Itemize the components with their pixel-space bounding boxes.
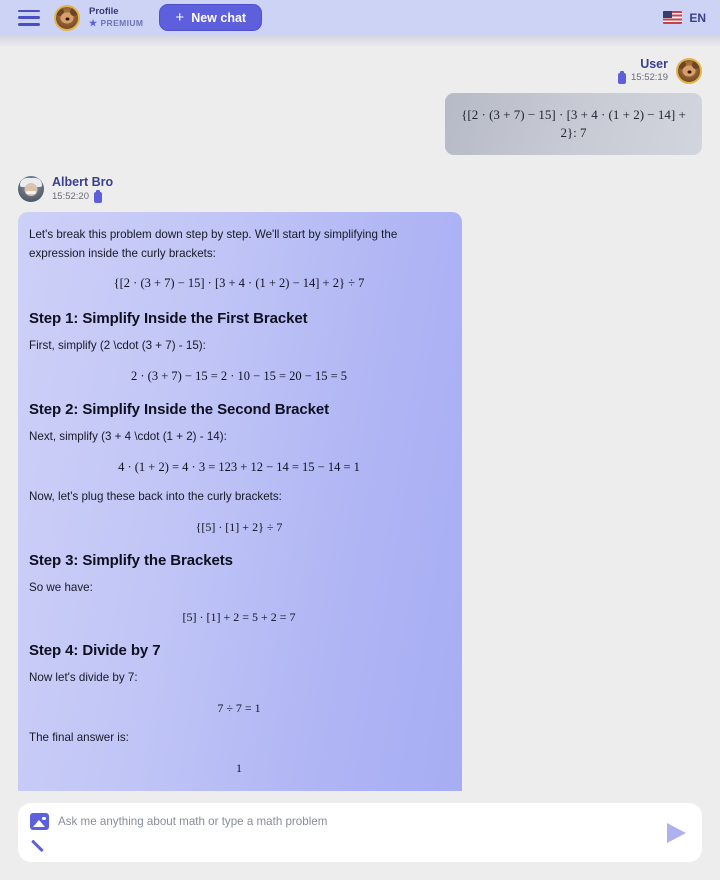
- premium-badge: ★ PREMIUM: [89, 17, 144, 29]
- step-4-equation: 7 ÷ 7 = 1: [217, 701, 261, 716]
- user-message-text: {[2 · (3 + 7) − 15] · [3 + 4 · (1 + 2) −…: [461, 107, 686, 141]
- step-3-equation: [5] · [1] + 2 = 5 + 2 = 7: [182, 610, 296, 625]
- step-2-heading: Step 2: Simplify Inside the Second Brack…: [29, 401, 330, 419]
- new-chat-label: New chat: [191, 10, 247, 25]
- composer-area: Ask me anything about math or type a mat…: [0, 791, 720, 880]
- assistant-meta-text: Albert Bro 15:52:20: [52, 175, 114, 203]
- assistant-submeta: 15:52:20: [52, 189, 113, 203]
- user-avatar: [676, 57, 702, 84]
- assistant-name: Albert Bro: [52, 175, 114, 190]
- image-upload-icon[interactable]: [30, 813, 49, 830]
- step-1-equation: 2 · (3 + 7) − 15 = 2 · 10 − 15 = 20 − 15…: [131, 369, 347, 384]
- clipboard-icon[interactable]: [618, 71, 627, 85]
- user-message-bubble: {[2 · (3 + 7) − 15] · [3 + 4 · (1 + 2) −…: [445, 93, 702, 156]
- step-4-text: Now let's divide by 7:: [29, 671, 138, 685]
- user-name: User: [640, 57, 668, 71]
- assistant-message: Albert Bro 15:52:20 Let's break this pro…: [18, 175, 702, 791]
- step-3-text: So we have:: [29, 580, 93, 594]
- final-answer-text: The final answer is:: [29, 731, 129, 745]
- step-4-heading: Step 4: Divide by 7: [29, 642, 161, 660]
- assistant-intro: Let's break this problem down step by st…: [29, 227, 398, 260]
- step-2-equation: 4 · (1 + 2) = 4 · 3 = 123 + 12 − 14 = 15…: [118, 459, 360, 474]
- step-1-text: First, simplify (2 \cdot (3 + 7) - 15):: [29, 339, 206, 353]
- step-2-text: Next, simplify (3 + 4 \cdot (1 + 2) - 14…: [29, 430, 227, 444]
- assistant-intro-equation: {[2 · (3 + 7) − 15] · [3 + 4 · (1 + 2) −…: [113, 276, 365, 291]
- assistant-message-bubble: Let's break this problem down step by st…: [18, 211, 462, 791]
- hamburger-menu-icon[interactable]: [18, 9, 40, 26]
- user-meta-text: User 15:52:19: [618, 57, 668, 85]
- header-fade: [0, 35, 720, 47]
- plus-icon: +: [175, 9, 185, 26]
- profile-label: Profile: [89, 5, 119, 17]
- message-composer[interactable]: Ask me anything about math or type a mat…: [18, 803, 702, 862]
- chat-scroll-area[interactable]: User 15:52:19 {[2 · (3 + 7) − 15] · [3 +…: [0, 47, 720, 791]
- step-2-equation-2: {[5] · [1] + 2} ÷ 7: [195, 519, 283, 534]
- step-2-text-2: Now, let's plug these back into the curl…: [29, 489, 282, 503]
- language-label: EN: [689, 10, 706, 25]
- final-answer-equation: 1: [236, 761, 242, 775]
- clipboard-icon[interactable]: [93, 189, 102, 203]
- user-submeta: 15:52:19: [618, 71, 668, 85]
- us-flag-icon: [663, 11, 683, 24]
- language-selector[interactable]: EN: [663, 11, 706, 25]
- step-1-heading: Step 1: Simplify Inside the First Bracke…: [29, 310, 308, 328]
- profile-block[interactable]: Profile ★ PREMIUM: [89, 5, 144, 29]
- pencil-icon[interactable]: [31, 838, 47, 854]
- profile-avatar[interactable]: [54, 4, 80, 31]
- star-icon: ★: [89, 17, 98, 28]
- step-3-heading: Step 3: Simplify the Brackets: [29, 551, 233, 569]
- assistant-timestamp: 15:52:20: [52, 190, 89, 202]
- user-message: User 15:52:19 {[2 · (3 + 7) − 15] · [3 +…: [18, 57, 702, 156]
- user-timestamp: 15:52:19: [631, 72, 668, 84]
- user-message-meta: User 15:52:19: [18, 57, 702, 85]
- new-chat-button[interactable]: + New chat: [159, 4, 263, 31]
- app-header: Profile ★ PREMIUM + New chat EN: [0, 0, 720, 35]
- premium-label: PREMIUM: [100, 18, 144, 29]
- send-arrow-icon[interactable]: [667, 822, 686, 843]
- assistant-avatar: [18, 176, 44, 203]
- composer-placeholder: Ask me anything about math or type a mat…: [58, 815, 328, 828]
- assistant-message-meta: Albert Bro 15:52:20: [18, 175, 702, 203]
